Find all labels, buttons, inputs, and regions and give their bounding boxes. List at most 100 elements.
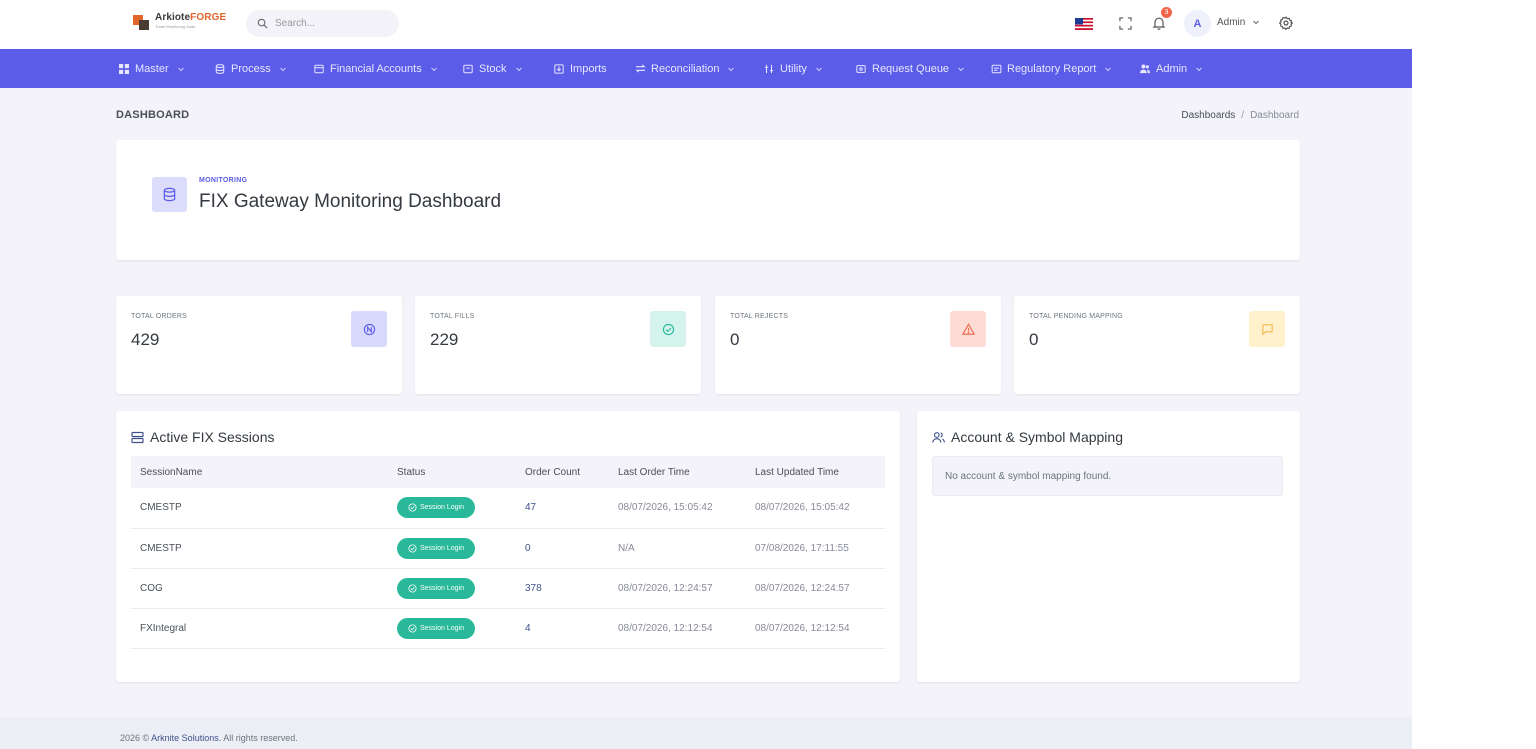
nav-item-label: Regulatory Report: [1007, 62, 1097, 75]
hero-eyebrow: MONITORING: [199, 177, 248, 184]
column-header[interactable]: Last Order Time: [609, 456, 746, 488]
brand-logo[interactable]: ArkioteFORGE Trade Monitoring Suite: [133, 13, 226, 31]
avatar[interactable]: A: [1184, 10, 1211, 37]
nav-item-utility[interactable]: Utility: [763, 49, 823, 88]
check-circle-icon: [408, 583, 417, 593]
nav-item-reconciliation[interactable]: Reconciliation: [634, 49, 735, 88]
nav-item-process[interactable]: Process: [214, 49, 287, 88]
stat-label: TOTAL REJECTS: [730, 313, 789, 320]
chevron-down-icon: [958, 67, 964, 71]
nav-item-master[interactable]: Master: [118, 49, 185, 88]
nav-item-label: Admin: [1156, 62, 1188, 75]
column-header[interactable]: SessionName: [131, 456, 388, 488]
report-icon: [990, 63, 1002, 75]
users-icon: [932, 431, 945, 444]
nav-item-stock[interactable]: Stock: [462, 49, 523, 88]
breadcrumb-link-dashboards[interactable]: Dashboards: [1181, 110, 1235, 121]
last-order-time: N/A: [609, 528, 746, 569]
stat-value: 0: [730, 330, 740, 349]
last-updated-time: 08/07/2026, 12:12:54: [746, 608, 885, 649]
order-icon: [351, 311, 387, 347]
chevron-down-icon: [816, 67, 822, 71]
chevron-down-icon: [279, 67, 286, 71]
order-count: 47: [516, 488, 609, 529]
search-icon: [257, 18, 268, 29]
stat-value: 429: [131, 330, 160, 349]
order-count: 4: [516, 608, 609, 649]
queue-icon: [855, 63, 867, 75]
check-circle-icon: [650, 311, 686, 347]
status-badge: Session Login: [397, 617, 475, 639]
session-name: FXIntegral: [131, 608, 388, 649]
column-header[interactable]: Last Updated Time: [746, 456, 885, 488]
top-header: ArkioteFORGE Trade Monitoring Suite Sear…: [0, 0, 1412, 49]
stat-card-total-rejects: TOTAL REJECTS 0: [715, 296, 1001, 394]
last-order-time: 08/07/2026, 12:12:54: [609, 608, 746, 649]
gear-icon[interactable]: [1277, 14, 1295, 32]
card-title: Account & Symbol Mapping: [932, 429, 1123, 445]
table-row[interactable]: COG Session Login 378 08/07/2026, 12:24:…: [131, 568, 885, 609]
nav-item-label: Request Queue: [872, 62, 950, 75]
footer-brand-link[interactable]: Arknite Solutions.: [151, 733, 221, 743]
active-sessions-card: Active FIX Sessions SessionName Status O…: [116, 411, 900, 682]
column-header[interactable]: Status: [388, 456, 516, 488]
ledger-icon: [313, 63, 325, 75]
stat-label: TOTAL FILLS: [430, 313, 475, 320]
hero-title: FIX Gateway Monitoring Dashboard: [199, 191, 502, 212]
check-circle-icon: [408, 543, 417, 553]
logo-tagline: Trade Monitoring Suite: [155, 24, 196, 29]
chevron-down-icon: [728, 67, 735, 71]
stat-card-total-fills: TOTAL FILLS 229: [415, 296, 701, 394]
table-row[interactable]: CMESTP Session Login 47 08/07/2026, 15:0…: [131, 488, 885, 529]
breadcrumb-current: Dashboard: [1250, 110, 1299, 121]
nav-item-label: Reconciliation: [651, 62, 720, 75]
database-icon: [152, 177, 187, 212]
user-name[interactable]: Admin: [1217, 17, 1245, 28]
sessions-table: SessionName Status Order Count Last Orde…: [131, 456, 885, 649]
check-circle-icon: [408, 623, 417, 633]
tools-icon: [763, 63, 775, 75]
grid-icon: [118, 63, 130, 75]
status-badge: Session Login: [397, 577, 475, 599]
fullscreen-icon[interactable]: [1116, 14, 1134, 32]
nav-item-label: Stock: [479, 62, 507, 75]
warning-icon: [950, 311, 986, 347]
chevron-down-icon: [515, 67, 522, 71]
session-name: CMESTP: [131, 528, 388, 569]
nav-item-admin[interactable]: Admin: [1139, 49, 1203, 88]
nav-item-request-queue[interactable]: Request Queue: [855, 49, 965, 88]
mapping-empty-message: No account & symbol mapping found.: [932, 456, 1283, 496]
footer: 2026 © Arknite Solutions. All rights res…: [0, 717, 1412, 749]
chevron-down-icon: [1196, 67, 1203, 71]
database-icon: [214, 63, 226, 75]
last-updated-time: 08/07/2026, 15:05:42: [746, 488, 885, 529]
message-icon: [1249, 311, 1285, 347]
nav-item-label: Master: [135, 62, 169, 75]
last-order-time: 08/07/2026, 12:24:57: [609, 568, 746, 609]
search-box[interactable]: [246, 10, 399, 37]
stat-value: 0: [1029, 330, 1039, 349]
table-row[interactable]: CMESTP Session Login 0 N/A 07/08/2026, 1…: [131, 528, 885, 569]
stat-label: TOTAL PENDING MAPPING: [1029, 313, 1123, 320]
stat-card-total-orders: TOTAL ORDERS 429: [116, 296, 402, 394]
main-nav: Master Process Financial Accounts Stock …: [0, 49, 1412, 88]
us-flag-icon[interactable]: [1075, 18, 1093, 30]
nav-item-label: Imports: [570, 62, 607, 75]
stat-label: TOTAL ORDERS: [131, 313, 187, 320]
search-input[interactable]: [275, 18, 385, 29]
last-order-time: 08/07/2026, 15:05:42: [609, 488, 746, 529]
chevron-down-icon: [430, 67, 437, 71]
app-root: ArkioteFORGE Trade Monitoring Suite Sear…: [0, 0, 1412, 749]
table-row[interactable]: FXIntegral Session Login 4 08/07/2026, 1…: [131, 608, 885, 649]
nav-item-regulatory-report[interactable]: Regulatory Report: [990, 49, 1112, 88]
chevron-down-icon[interactable]: [1252, 18, 1260, 26]
users-icon: [1139, 63, 1151, 75]
order-count: 0: [516, 528, 609, 569]
nav-item-financial-accounts[interactable]: Financial Accounts: [313, 49, 438, 88]
stat-card-total-pending-mapping: TOTAL PENDING MAPPING 0: [1014, 296, 1300, 394]
card-title: Active FIX Sessions: [131, 429, 275, 445]
nav-item-imports[interactable]: Imports: [553, 49, 607, 88]
logo-mark-icon: [133, 13, 151, 31]
stat-value: 229: [430, 330, 459, 349]
column-header[interactable]: Order Count: [516, 456, 609, 488]
